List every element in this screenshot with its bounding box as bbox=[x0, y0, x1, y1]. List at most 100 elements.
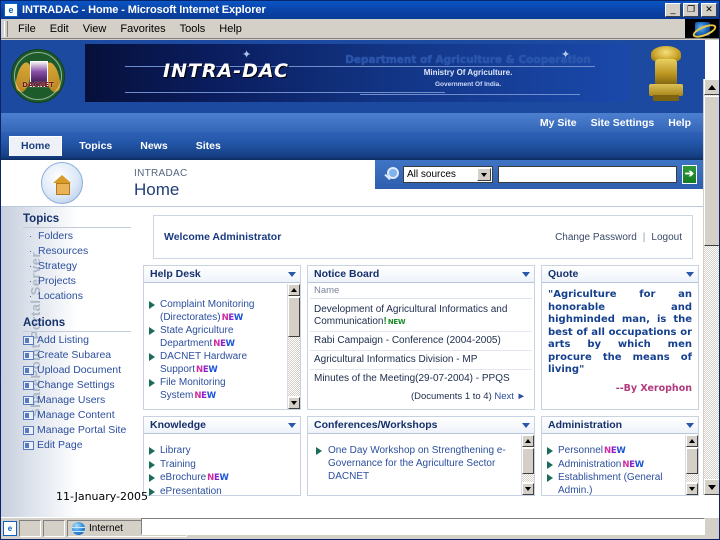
sidebar-heading-topics: Topics bbox=[23, 213, 60, 225]
sidebar-item-label: Projects bbox=[38, 275, 76, 287]
list-item[interactable]: Training bbox=[148, 459, 298, 472]
scroll-thumb[interactable] bbox=[686, 448, 698, 474]
close-button[interactable]: ✕ bbox=[701, 3, 717, 17]
menu-file[interactable]: File bbox=[11, 21, 43, 37]
menu-tools[interactable]: Tools bbox=[173, 21, 213, 37]
sidebar-item-projects[interactable]: · Projects bbox=[29, 274, 88, 289]
pager-next-link[interactable]: Next bbox=[494, 391, 514, 402]
list-item[interactable]: Library bbox=[148, 445, 298, 458]
webpart-title: Administration bbox=[548, 419, 623, 431]
scroll-up-button[interactable] bbox=[522, 435, 534, 447]
scroll-thumb[interactable] bbox=[522, 448, 534, 474]
scroll-up-button[interactable] bbox=[686, 435, 698, 447]
link-help[interactable]: Help bbox=[668, 117, 691, 129]
search-go-button[interactable]: ➔ bbox=[681, 165, 697, 184]
scroll-up-button[interactable] bbox=[288, 284, 300, 296]
browser-scrollbar[interactable] bbox=[703, 79, 719, 495]
webpart-menu-icon[interactable] bbox=[686, 422, 694, 428]
table-row[interactable]: Development of Agricultural Informatics … bbox=[310, 301, 532, 332]
webpart-menu-icon[interactable] bbox=[522, 271, 530, 277]
scroll-track[interactable] bbox=[686, 474, 698, 482]
list-item[interactable]: One Day Workshop on Strengthening e-Gove… bbox=[312, 445, 532, 470]
logout-link[interactable]: Logout bbox=[651, 232, 682, 243]
list-item[interactable]: Establishment (General Admin.) bbox=[546, 472, 696, 496]
table-row[interactable]: Rabi Campaign - Conference (2004-2005) bbox=[310, 332, 532, 351]
list-item[interactable]: ePresentation bbox=[148, 486, 298, 496]
bullet-icon: · bbox=[29, 231, 32, 241]
list-item[interactable]: PersonnelNEW bbox=[546, 445, 696, 458]
webpart-menu-icon[interactable] bbox=[686, 271, 694, 277]
chevron-down-icon[interactable] bbox=[476, 168, 491, 181]
sidebar-item-label: Upload Document bbox=[37, 364, 122, 376]
sidebar-item-change-settings[interactable]: Change Settings bbox=[23, 378, 126, 393]
sidebar-item-manage-content[interactable]: Manage Content bbox=[23, 408, 126, 423]
webpart-menu-icon[interactable] bbox=[522, 422, 530, 428]
change-password-link[interactable]: Change Password bbox=[555, 232, 637, 243]
sidebar-item-locations[interactable]: · Locations bbox=[29, 289, 88, 304]
webpart-scrollbar[interactable] bbox=[287, 284, 300, 409]
list-item[interactable]: Complaint Monitoring (Directorates)NEW bbox=[148, 299, 298, 324]
search-scope-select[interactable]: All sources bbox=[403, 166, 493, 183]
webpart-scrollbar[interactable] bbox=[685, 435, 698, 495]
table-row[interactable]: Agricultural Informatics Division - MP bbox=[310, 351, 532, 370]
scroll-down-button[interactable] bbox=[288, 397, 300, 409]
sidebar-item-resources[interactable]: · Resources bbox=[29, 244, 88, 259]
tab-topics[interactable]: Topics bbox=[68, 137, 123, 156]
tab-sites[interactable]: Sites bbox=[185, 137, 232, 156]
window-controls: _ ❐ ✕ bbox=[665, 3, 717, 17]
scroll-track[interactable] bbox=[288, 337, 300, 396]
menu-view[interactable]: View bbox=[76, 21, 114, 37]
page-scroll-down-button[interactable] bbox=[704, 479, 719, 495]
restore-button[interactable]: ❐ bbox=[683, 3, 699, 17]
sidebar-item-upload-document[interactable]: Upload Document bbox=[23, 363, 126, 378]
list-item[interactable]: State Agriculture DepartmentNEW bbox=[148, 325, 298, 350]
sidebar-item-strategy[interactable]: · Strategy bbox=[29, 259, 88, 274]
scroll-down-button[interactable] bbox=[686, 483, 698, 495]
webpart-body: Library Training eBrochureNEW ePresentat… bbox=[144, 434, 300, 496]
page-scroll-thumb[interactable] bbox=[704, 96, 719, 246]
tab-news[interactable]: News bbox=[129, 137, 178, 156]
menu-help[interactable]: Help bbox=[212, 21, 249, 37]
home-icon[interactable] bbox=[41, 162, 83, 204]
list-item[interactable]: DACNET bbox=[312, 471, 532, 484]
minimize-button[interactable]: _ bbox=[665, 3, 681, 17]
webpart-body: Complaint Monitoring (Directorates)NEW S… bbox=[144, 283, 300, 410]
webpart-menu-icon[interactable] bbox=[288, 422, 296, 428]
sidebar-item-folders[interactable]: · Folders bbox=[29, 229, 88, 244]
webpart-scrollbar[interactable] bbox=[521, 435, 534, 495]
banner-artwork: ✦ ✦ INTRA-DAC Department of Agriculture … bbox=[85, 44, 629, 102]
sidebar-item-add-listing[interactable]: Add Listing bbox=[23, 333, 126, 348]
scroll-thumb[interactable] bbox=[288, 297, 300, 337]
bullet-triangle-icon bbox=[149, 327, 155, 335]
sidebar-item-manage-users[interactable]: Manage Users bbox=[23, 393, 126, 408]
sidebar-item-create-subarea[interactable]: Create Subarea bbox=[23, 348, 126, 363]
webpart-administration: Administration PersonnelNEW Administrati… bbox=[541, 416, 699, 496]
list-item[interactable]: AdministrationNEW bbox=[546, 459, 696, 472]
action-icon bbox=[23, 411, 34, 420]
list-item-label: Personnel bbox=[558, 445, 604, 456]
pager-next-icon[interactable]: ► bbox=[517, 391, 526, 402]
list-item[interactable]: DACNET Hardware SupportNEW bbox=[148, 351, 298, 376]
scroll-down-button[interactable] bbox=[522, 483, 534, 495]
new-badge: NEW bbox=[387, 318, 406, 326]
table-row[interactable]: Minutes of the Meeting(29-07-2004) - PPQ… bbox=[310, 370, 532, 388]
menu-grip[interactable] bbox=[4, 20, 8, 37]
link-my-site[interactable]: My Site bbox=[540, 117, 577, 129]
sidebar-item-edit-page[interactable]: Edit Page bbox=[23, 438, 126, 453]
bullet-triangle-icon bbox=[149, 301, 155, 309]
sidebar-item-label: Add Listing bbox=[37, 334, 89, 346]
scroll-track[interactable] bbox=[522, 474, 534, 482]
menu-favorites[interactable]: Favorites bbox=[113, 21, 172, 37]
page-scroll-up-button[interactable] bbox=[704, 79, 719, 95]
list-item-label: Administration bbox=[558, 458, 622, 470]
menu-edit[interactable]: Edit bbox=[43, 21, 76, 37]
list-item[interactable]: File Monitoring SystemNEW bbox=[148, 377, 298, 402]
action-icon bbox=[23, 381, 34, 390]
list-item[interactable]: eBrochureNEW bbox=[148, 472, 298, 485]
link-site-settings[interactable]: Site Settings bbox=[591, 117, 655, 129]
tab-home[interactable]: Home bbox=[9, 136, 63, 156]
webpart-menu-icon[interactable] bbox=[288, 271, 296, 277]
sidebar-item-manage-portal-site[interactable]: Manage Portal Site bbox=[23, 423, 126, 438]
webpart-title: Help Desk bbox=[150, 268, 201, 280]
search-input[interactable] bbox=[497, 166, 677, 183]
